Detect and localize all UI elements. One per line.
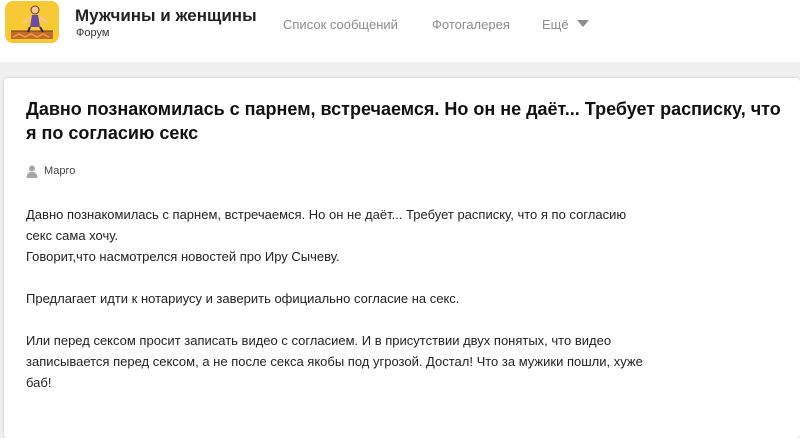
author-name[interactable]: Марго: [44, 165, 75, 177]
post-paragraph: Предлагает идти к нотариусу и заверить о…: [26, 291, 460, 306]
nav-more[interactable]: Ещё: [542, 17, 569, 32]
post-author[interactable]: Марго: [26, 164, 75, 178]
nav-photo-gallery[interactable]: Фотогалерея: [432, 17, 510, 32]
post-paragraph: Или перед сексом просит записать видео с…: [26, 333, 643, 390]
site-title[interactable]: Мужчины и женщины: [75, 6, 257, 26]
post-title: Давно познакомилась с парнем, встречаемс…: [26, 99, 781, 143]
post-body: Давно познакомилась с парнем, встречаемс…: [26, 204, 646, 414]
user-icon: [26, 165, 38, 178]
chevron-down-icon[interactable]: [577, 20, 589, 27]
nav-message-list[interactable]: Список сообщений: [283, 17, 398, 32]
forum-logo-icon[interactable]: [5, 1, 59, 43]
header: Мужчины и женщины Форум Список сообщений…: [0, 0, 800, 62]
site-subtitle[interactable]: Форум: [76, 27, 109, 39]
post-paragraph: Давно познакомилась с парнем, встречаемс…: [26, 207, 627, 264]
